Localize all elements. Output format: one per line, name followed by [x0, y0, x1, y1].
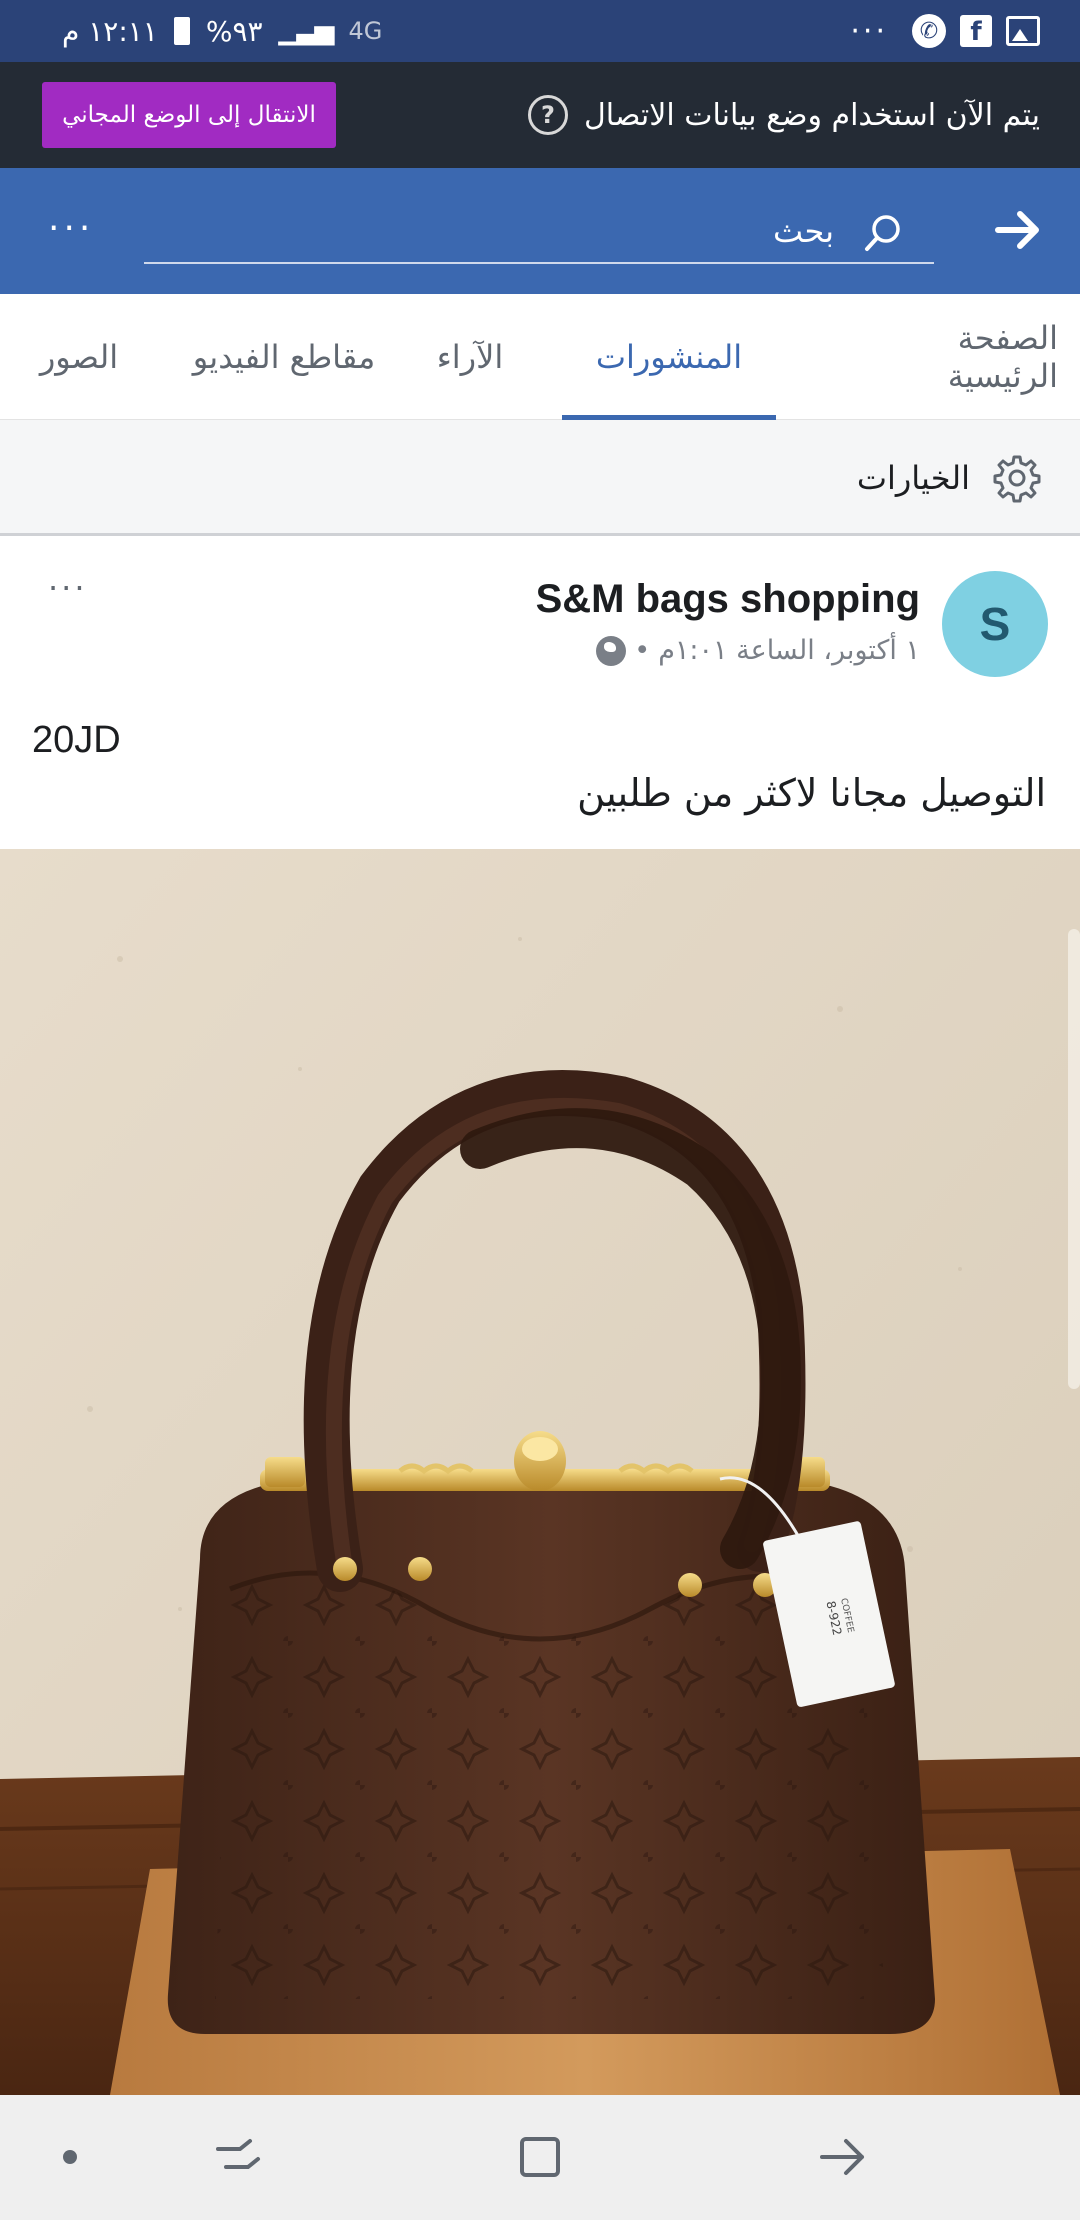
data-mode-message: يتم الآن استخدام وضع بيانات الاتصال [583, 97, 1040, 133]
product-photo[interactable]: 8-922 COFFEE [0, 849, 1080, 2095]
header-more-icon[interactable]: ··· [48, 208, 94, 249]
data-mode-banner: يتم الآن استخدام وضع بيانات الاتصال ? ال… [0, 62, 1080, 168]
clock: ١٢:١١ م [62, 14, 158, 48]
search-input[interactable] [144, 202, 934, 260]
options-bar[interactable]: الخيارات [0, 420, 1080, 536]
facebook-icon: f [960, 15, 992, 47]
search-box[interactable] [144, 202, 934, 264]
home-dot-icon[interactable] [38, 2125, 102, 2189]
battery-level: %٩٣ [205, 14, 263, 48]
tab-photos[interactable]: الصور [14, 294, 144, 420]
status-bar: ١٢:١١ م %٩٣ ▁▃▅ 4G ··· ✆ f [0, 0, 1080, 62]
globe-icon [596, 635, 627, 666]
switch-free-mode-button[interactable]: الانتقال إلى الوضع المجاني [42, 82, 336, 148]
page-name[interactable]: S&M bags shopping [536, 577, 920, 622]
post-description: التوصيل مجانا لاكثر من طلبين [577, 771, 1046, 815]
handbag-image: 8-922 COFFEE [0, 849, 1080, 2095]
options-row[interactable]: الخيارات [857, 420, 1042, 536]
tab-videos[interactable]: مقاطع الفيديو [164, 294, 404, 420]
options-label: الخيارات [856, 459, 970, 497]
search-header: ··· [0, 168, 1080, 294]
wifi-icon: 4G [349, 17, 383, 45]
status-right: ··· ✆ f [850, 0, 1040, 62]
system-navigation-bar [0, 2095, 1080, 2220]
page-tabs: الصفحة الرئيسية المنشورات الآراء مقاطع ا… [0, 294, 1080, 420]
post-meta: ١ أكتوبر، الساعة ١:٠١م • [596, 635, 920, 666]
image-icon [1006, 16, 1040, 46]
status-left: ١٢:١١ م %٩٣ ▁▃▅ 4G [62, 0, 382, 62]
phone-icon: ✆ [912, 14, 946, 48]
post-price: 20JD [32, 719, 121, 761]
more-notifications-icon: ··· [850, 13, 888, 49]
tab-reviews[interactable]: الآراء [400, 294, 540, 420]
back-arrow-icon[interactable] [990, 202, 1046, 258]
avatar[interactable]: S [942, 571, 1048, 677]
tab-home[interactable]: الصفحة الرئيسية [840, 294, 1058, 420]
post-timestamp[interactable]: ١ أكتوبر، الساعة ١:٠١م [658, 635, 920, 666]
tab-posts[interactable]: المنشورات [562, 294, 776, 420]
gear-icon [993, 455, 1041, 503]
battery-icon [173, 17, 190, 45]
back-icon[interactable] [810, 2125, 874, 2189]
signal-icon: ▁▃▅ [278, 16, 335, 46]
overview-icon[interactable] [508, 2125, 572, 2189]
search-icon [865, 215, 900, 251]
post-card: S S&M bags shopping ١ أكتوبر، الساعة ١:٠… [0, 539, 1080, 849]
help-icon[interactable]: ? [527, 95, 568, 135]
data-mode-message-row: يتم الآن استخدام وضع بيانات الاتصال ? [527, 62, 1040, 168]
recents-icon[interactable] [206, 2125, 270, 2189]
network-type: 4G [348, 17, 383, 45]
meta-separator: • [634, 635, 651, 666]
post-more-icon[interactable]: ··· [48, 569, 88, 607]
